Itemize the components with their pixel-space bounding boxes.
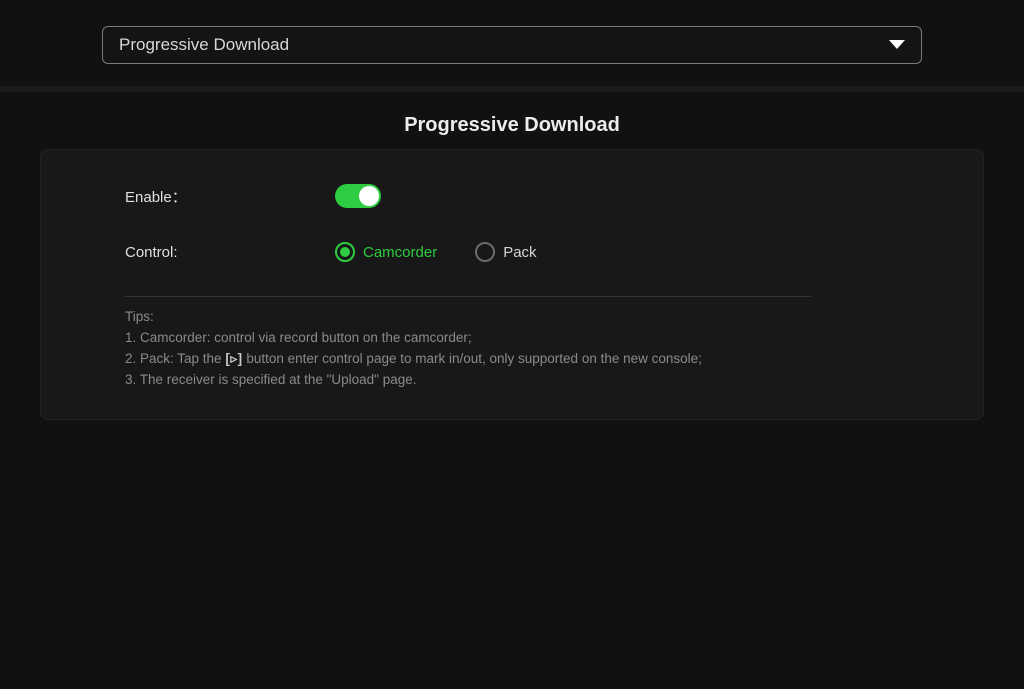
header-divider <box>0 86 1024 92</box>
radio-camcorder[interactable]: Camcorder <box>335 242 437 262</box>
enable-toggle[interactable] <box>335 184 381 208</box>
control-label: Control: <box>125 244 335 261</box>
mode-select-value: Progressive Download <box>119 35 289 55</box>
radio-icon-selected <box>335 242 355 262</box>
radio-label-camcorder: Camcorder <box>363 244 437 261</box>
page-title: Progressive Download <box>0 114 1024 137</box>
control-row: Control: Camcorder Pack <box>125 242 923 262</box>
tips-line-1: 1. Camcorder: control via record button … <box>125 328 923 349</box>
mode-select[interactable]: Progressive Download <box>102 26 922 64</box>
control-radio-group: Camcorder Pack <box>335 242 537 262</box>
enable-label: Enable： <box>125 186 335 207</box>
top-bar: Progressive Download <box>0 0 1024 86</box>
tips-block: Tips: 1. Camcorder: control via record b… <box>125 307 923 391</box>
radio-icon-unselected <box>475 242 495 262</box>
panel-divider <box>125 296 811 297</box>
radio-pack[interactable]: Pack <box>475 242 536 262</box>
play-bracket-icon: [▹] <box>225 351 242 366</box>
chevron-down-icon <box>889 40 905 50</box>
tips-header: Tips: <box>125 307 923 328</box>
settings-panel: Enable： Control: Camcorder Pack Tips: 1.… <box>40 149 984 420</box>
enable-row: Enable： <box>125 184 923 208</box>
toggle-knob <box>359 186 379 206</box>
tips-line-3: 3. The receiver is specified at the "Upl… <box>125 370 923 391</box>
radio-label-pack: Pack <box>503 244 536 261</box>
tips-line-2: 2. Pack: Tap the [▹] button enter contro… <box>125 349 923 370</box>
